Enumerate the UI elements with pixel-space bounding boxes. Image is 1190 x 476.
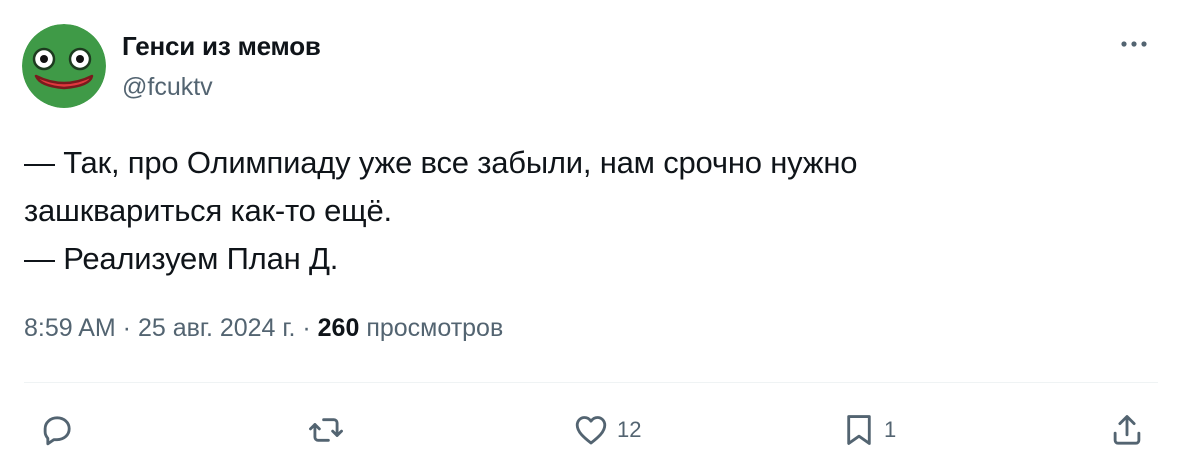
divider <box>24 382 1158 383</box>
meta-separator: · <box>115 314 138 342</box>
reply-icon <box>43 416 71 446</box>
ellipsis-icon <box>1121 41 1147 47</box>
tweet-text-line: зашквариться как-то ещё. <box>24 193 392 228</box>
heart-icon <box>575 416 607 445</box>
meta-separator: · <box>295 314 318 342</box>
retweet-button[interactable] <box>306 410 352 450</box>
share-icon <box>1113 415 1141 445</box>
bookmark-button[interactable]: 1 <box>840 410 896 450</box>
tweet-text-line: — Реализуем План Д. <box>24 241 339 276</box>
avatar[interactable] <box>22 24 106 108</box>
views-label: просмотров <box>359 314 504 342</box>
views-count[interactable]: 260 <box>318 314 360 342</box>
reply-button[interactable] <box>38 410 82 450</box>
tweet-date[interactable]: 25 авг. 2024 г. <box>138 314 295 342</box>
tweet-text-line: — Так, про Олимпиаду уже все забыли, нам… <box>24 145 858 180</box>
bookmark-count: 1 <box>884 417 897 442</box>
share-button[interactable] <box>1108 410 1152 450</box>
more-options-button[interactable] <box>1118 34 1150 54</box>
frog-face-avatar-icon <box>22 24 106 108</box>
tweet-time[interactable]: 8:59 AM <box>24 314 116 342</box>
author-display-name[interactable]: Генси из мемов <box>122 31 321 62</box>
tweet-text: — Так, про Олимпиаду уже все забыли, нам… <box>24 139 1154 283</box>
bookmark-icon <box>847 415 871 445</box>
author-handle[interactable]: @fcuktv <box>122 73 213 102</box>
like-count: 12 <box>617 417 642 442</box>
tweet-card: Генси из мемов @fcuktv — Так, про Олимпи… <box>0 0 1190 476</box>
tweet-meta: 8:59 AM · 25 авг. 2024 г. · 260 просмотр… <box>24 314 503 343</box>
like-button[interactable]: 12 <box>571 410 641 450</box>
retweet-icon <box>309 418 343 442</box>
